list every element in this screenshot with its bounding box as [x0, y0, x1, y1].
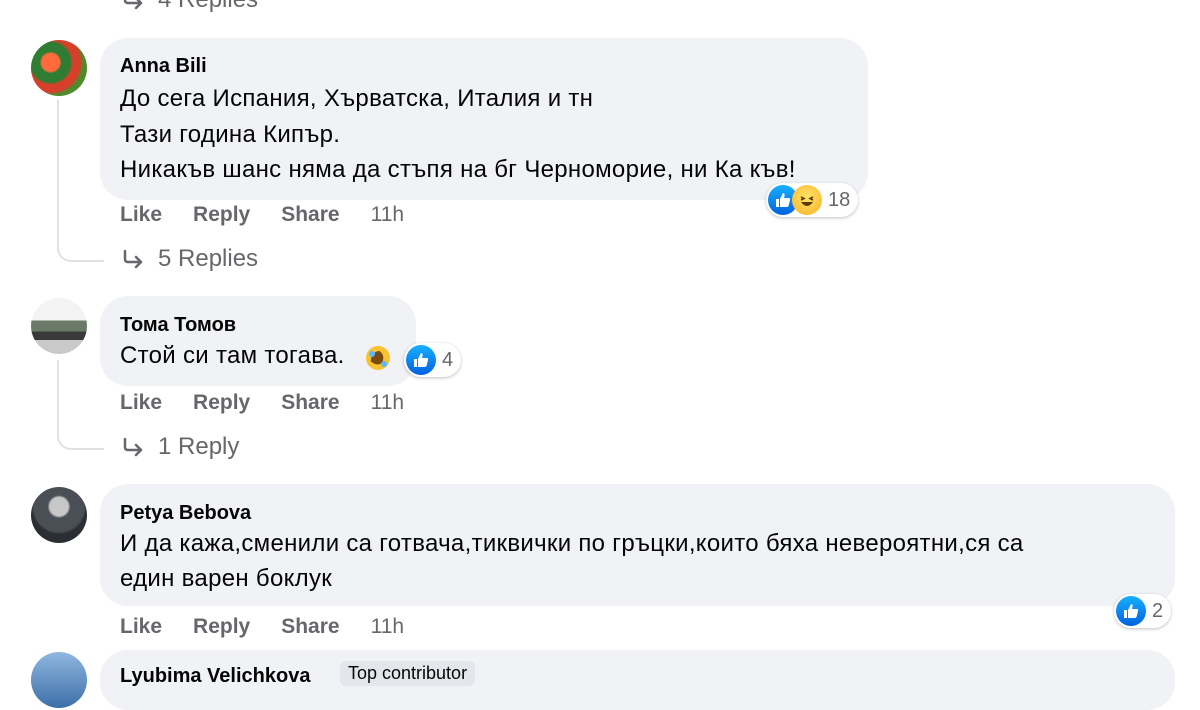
replies-label: 4 Replies	[158, 0, 258, 14]
comment-actions: Like Reply Share 11h	[120, 615, 404, 639]
like-button[interactable]: Like	[120, 203, 162, 227]
haha-icon	[792, 185, 822, 215]
top-contributor-badge: Top contributor	[340, 661, 476, 686]
share-button[interactable]: Share	[281, 203, 339, 227]
comment-timestamp[interactable]: 11h	[371, 615, 404, 639]
avatar[interactable]	[31, 652, 87, 708]
comment-text-line: Никакъв шанс няма да стъпя на бг Черномо…	[120, 156, 796, 183]
reaction-summary[interactable]: 2	[1114, 594, 1172, 628]
share-button[interactable]: Share	[281, 391, 339, 415]
comment-author[interactable]: Petya Bebova	[120, 502, 251, 525]
comment-actions: Like Reply Share 11h	[120, 203, 404, 227]
view-replies-link[interactable]: 5 Replies	[122, 245, 258, 273]
replies-label: 5 Replies	[158, 245, 259, 272]
reply-button[interactable]: Reply	[193, 391, 250, 415]
comment-actions: Like Reply Share 11h	[120, 391, 404, 415]
avatar[interactable]	[31, 487, 87, 543]
avatar[interactable]	[31, 40, 87, 96]
comment-bubble	[100, 296, 416, 386]
thread-line	[57, 360, 104, 450]
like-icon	[406, 345, 436, 375]
thread-line	[57, 100, 104, 262]
replies-label: 1 Reply	[158, 433, 240, 460]
share-button[interactable]: Share	[281, 615, 339, 639]
avatar[interactable]	[31, 298, 87, 354]
reaction-count: 2	[1152, 599, 1164, 622]
reply-button[interactable]: Reply	[193, 203, 250, 227]
reaction-count: 4	[442, 348, 454, 371]
comment-author[interactable]: Anna Bili	[120, 55, 207, 78]
comment-text-line: До сега Испания, Хърватска, Италия и тн	[120, 85, 594, 112]
comment-timestamp[interactable]: 11h	[371, 203, 404, 227]
comment-text-line: Тази година Кипър.	[120, 121, 341, 148]
reply-button[interactable]: Reply	[193, 615, 250, 639]
view-replies-link[interactable]: 1 Reply	[122, 433, 239, 461]
like-button[interactable]: Like	[120, 391, 162, 415]
comment-text-line: И да кажа,сменили са готвача,тиквички по…	[120, 530, 1024, 557]
reaction-summary[interactable]: 4	[404, 343, 462, 377]
comment-author[interactable]: Lyubima Velichkova	[120, 665, 310, 688]
comment-text-line: Стой си там тогава.	[120, 342, 345, 369]
comment-author[interactable]: Тома Томов	[120, 314, 236, 337]
reply-arrow-icon	[123, 437, 143, 457]
reply-arrow-icon	[123, 0, 143, 10]
comment-text-line: един варен боклук	[120, 565, 333, 592]
reaction-count: 18	[828, 188, 851, 211]
like-icon	[1116, 596, 1146, 626]
like-button[interactable]: Like	[120, 615, 162, 639]
reply-arrow-icon	[123, 249, 143, 269]
comment-timestamp[interactable]: 11h	[371, 391, 404, 415]
reaction-summary[interactable]: 18	[766, 183, 859, 217]
rolling-laughing-emoji	[364, 344, 392, 372]
view-replies-link[interactable]: 4 Replies	[122, 0, 258, 14]
